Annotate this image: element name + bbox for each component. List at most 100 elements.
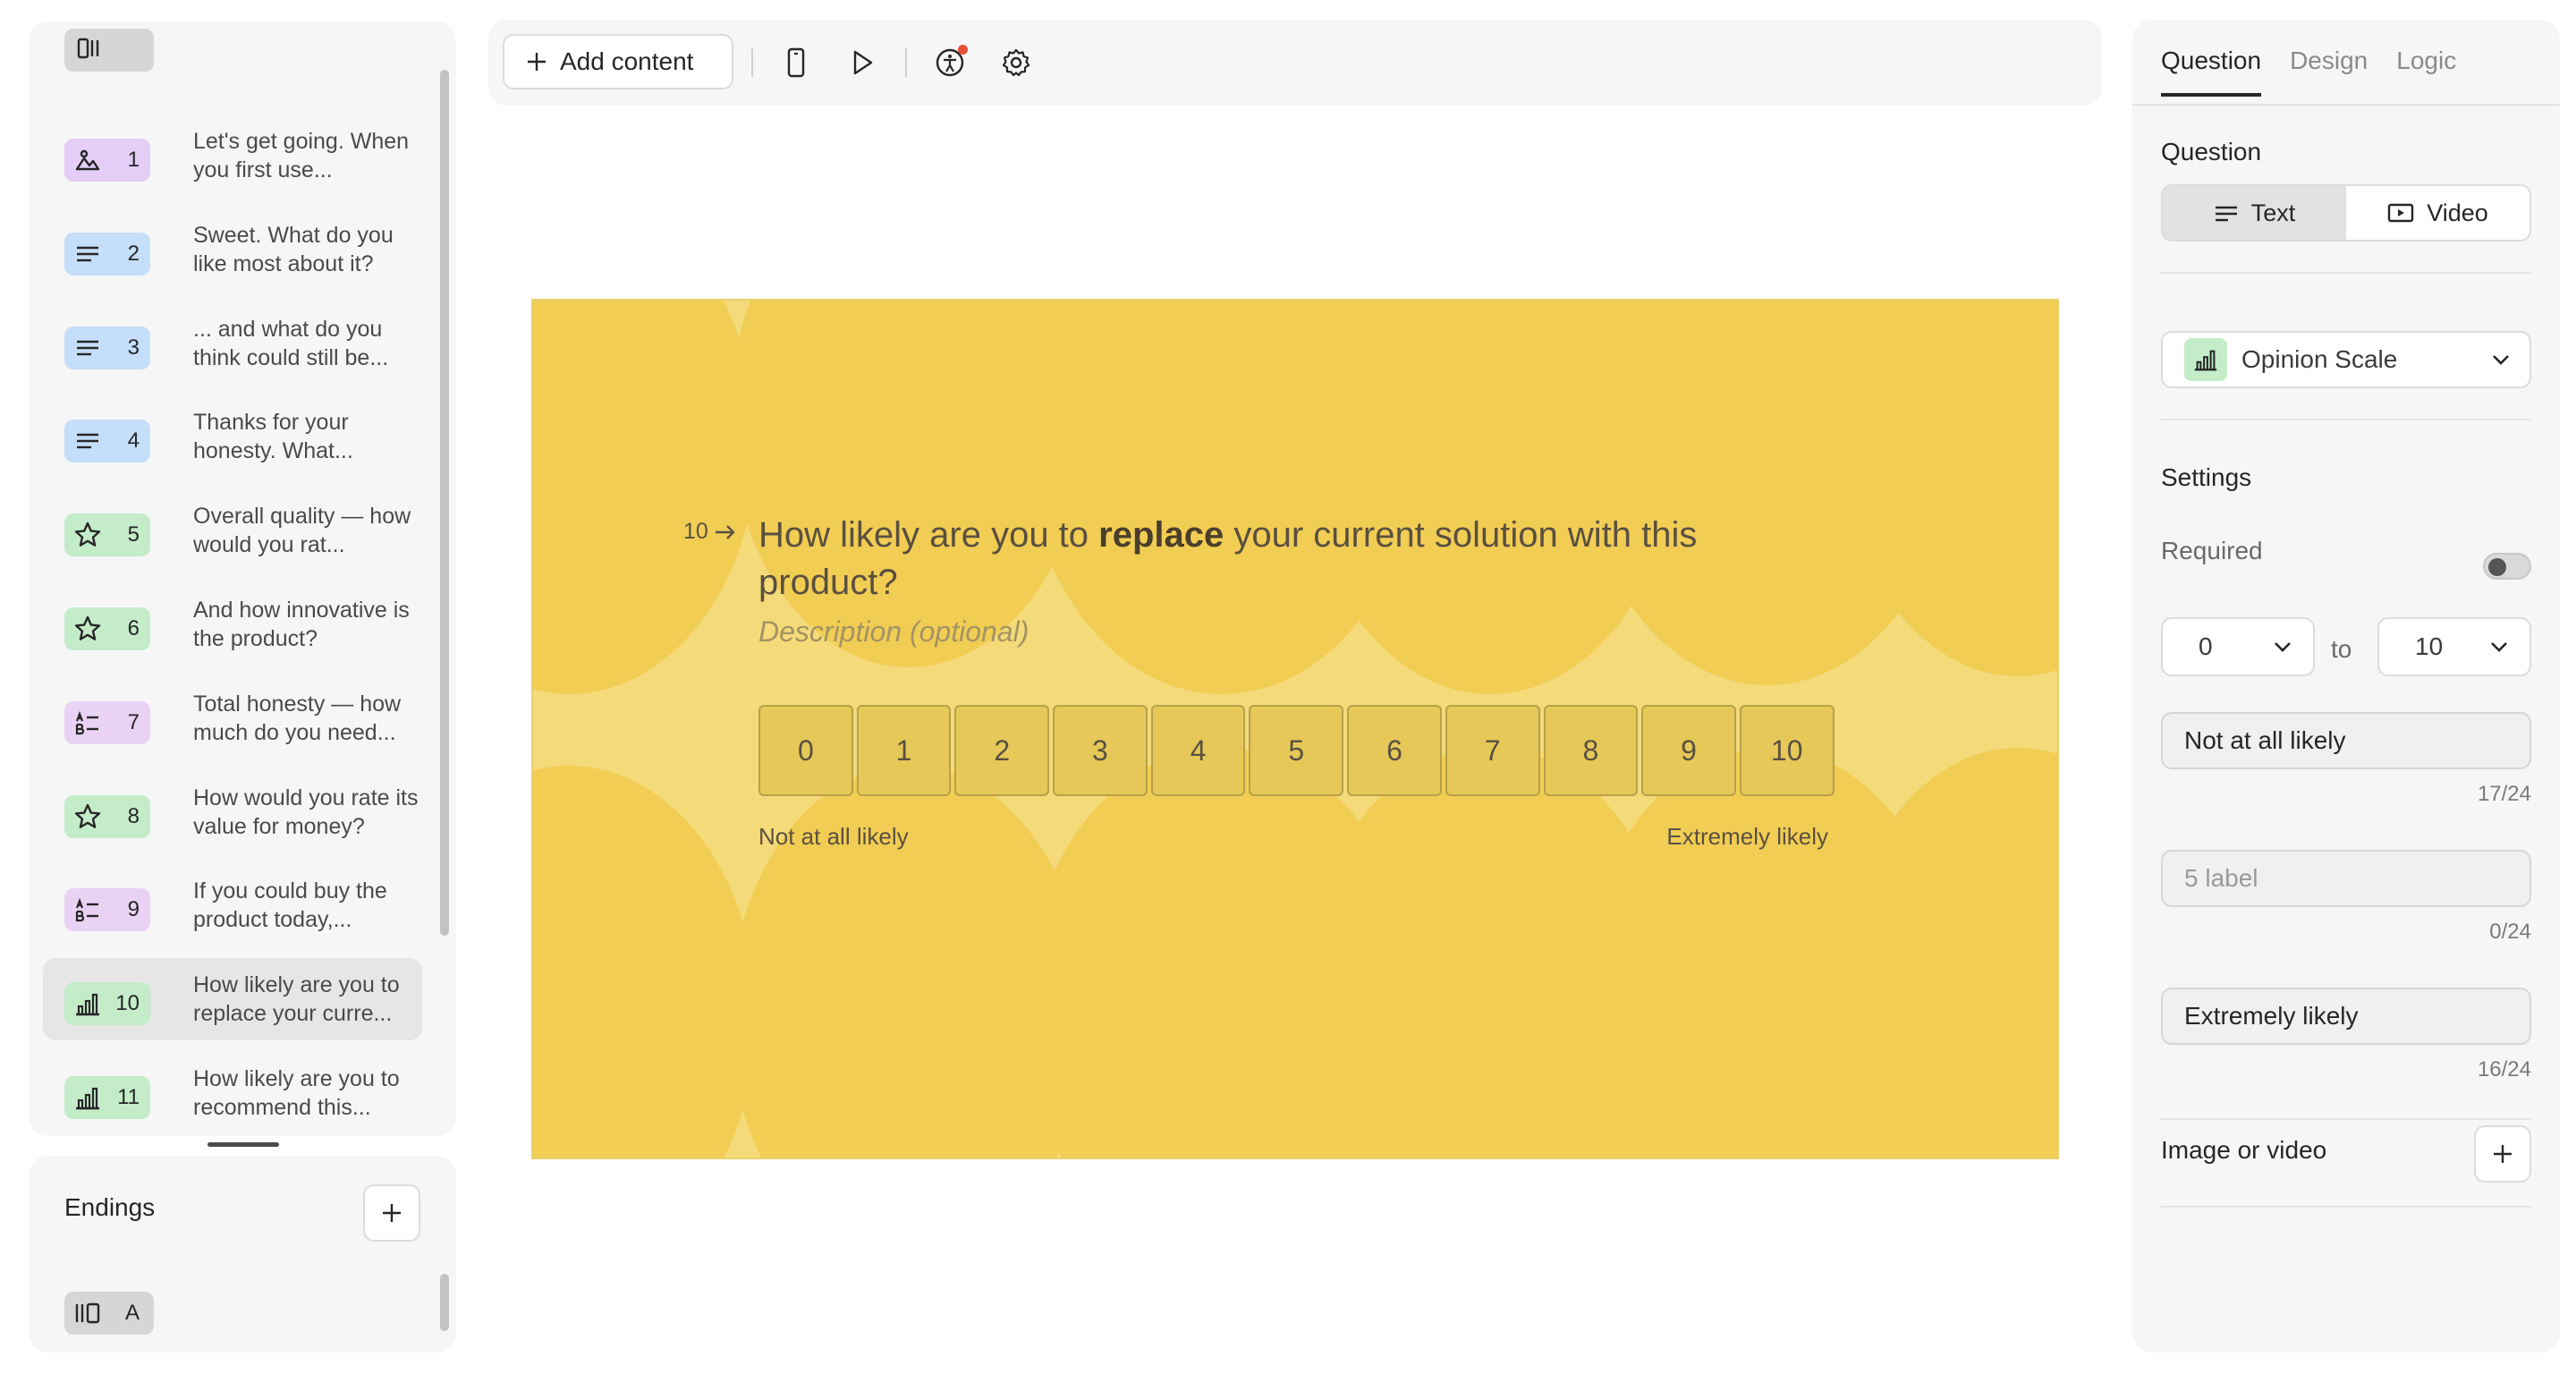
video-icon xyxy=(2388,203,2414,223)
section-divider xyxy=(2161,1118,2531,1120)
question-text: Sweet. What do you like most about it? xyxy=(193,222,394,276)
question-text: Thanks for your honesty. What... xyxy=(193,410,353,464)
right-label-input[interactable]: Extremely likely xyxy=(2161,988,2531,1045)
preview-button[interactable] xyxy=(844,45,880,81)
question-badge: 8 xyxy=(64,794,150,838)
settings-button[interactable] xyxy=(998,45,1034,81)
add-ending-button[interactable] xyxy=(363,1184,420,1242)
scale-option[interactable]: 7 xyxy=(1445,705,1540,796)
tab-question[interactable]: Question xyxy=(2161,47,2262,97)
question-item[interactable]: 4 Thanks for your honesty. What... xyxy=(43,395,422,478)
question-badge: 7 xyxy=(64,700,150,744)
properties-panel: Question Design Logic Question Text Vide… xyxy=(2132,20,2560,1353)
editor-toolbar: Add content xyxy=(488,20,2102,106)
question-text: How likely are you to replace your curre… xyxy=(193,972,400,1027)
question-list: 1 Let's get going. When you first use...… xyxy=(43,114,422,1136)
question-badge: 6 xyxy=(64,606,150,650)
star-icon xyxy=(74,615,101,640)
question-list-panel: 1 Let's get going. When you first use...… xyxy=(29,21,456,1136)
text-option-label: Text xyxy=(2250,199,2296,226)
range-from-select[interactable]: 0 xyxy=(2161,617,2315,676)
star-icon xyxy=(74,803,101,828)
ending-icon xyxy=(75,1302,100,1324)
question-item[interactable]: 5 Overall quality — how would you rat... xyxy=(43,489,422,572)
question-text: ... and what do you think could still be… xyxy=(193,316,389,370)
accessibility-button[interactable] xyxy=(932,45,968,81)
scale-option[interactable]: 1 xyxy=(856,705,952,796)
question-number: 3 xyxy=(127,335,140,360)
scale-option[interactable]: 10 xyxy=(1739,705,1835,796)
question-item-active[interactable]: 10 How likely are you to replace your cu… xyxy=(43,958,422,1041)
scale-option[interactable]: 2 xyxy=(954,705,1050,796)
required-label: Required xyxy=(2161,537,2263,564)
scale-option[interactable]: 3 xyxy=(1053,705,1148,796)
question-number: 6 xyxy=(127,615,140,640)
opinion-scale: 0 1 2 3 4 5 6 7 8 9 10 xyxy=(758,705,1835,796)
question-item[interactable]: 3 ... and what do you think could still … xyxy=(43,302,422,385)
add-content-label: Add content xyxy=(560,47,694,75)
scale-option[interactable]: 4 xyxy=(1150,705,1246,796)
question-item[interactable]: 8 How would you rate its value for money… xyxy=(43,771,422,853)
question-number: 8 xyxy=(127,803,140,828)
tab-design[interactable]: Design xyxy=(2290,47,2368,97)
video-option[interactable]: Video xyxy=(2346,186,2529,240)
scale-label-left: Not at all likely xyxy=(758,823,909,850)
plus-icon xyxy=(528,53,546,71)
question-item[interactable]: 6 And how innovative is the product? xyxy=(43,583,422,666)
panel-resize-handle[interactable] xyxy=(208,1142,279,1147)
question-number: 11 xyxy=(117,1084,140,1109)
question-item[interactable]: 9 If you could buy the product today,... xyxy=(43,864,422,946)
scale-option[interactable]: 9 xyxy=(1641,705,1736,796)
question-item[interactable]: 11 How likely are you to recommend this.… xyxy=(43,1052,422,1134)
question-badge: 3 xyxy=(64,326,150,369)
question-badge: 5 xyxy=(64,513,150,557)
star-icon xyxy=(74,522,101,547)
question-badge: 9 xyxy=(64,888,150,932)
question-text: How likely are you to recommend this... xyxy=(193,1065,400,1120)
section-divider xyxy=(2161,272,2531,274)
left-label-input[interactable]: Not at all likely xyxy=(2161,712,2531,769)
required-toggle[interactable] xyxy=(2483,553,2531,580)
question-item[interactable]: 1 Let's get going. When you first use... xyxy=(43,114,422,197)
play-icon xyxy=(853,50,873,75)
endings-scrollbar[interactable] xyxy=(440,1274,449,1331)
question-item[interactable]: 7 Total honesty — how much do you need..… xyxy=(43,677,422,759)
text-lines-icon xyxy=(77,340,98,355)
question-title[interactable]: How likely are you to replace your curre… xyxy=(758,512,1778,606)
toolbar-divider xyxy=(751,48,753,77)
text-option[interactable]: Text xyxy=(2163,186,2346,240)
range-to-select[interactable]: 10 xyxy=(2377,617,2531,676)
add-content-button[interactable]: Add content xyxy=(503,34,733,89)
question-list-scrollbar[interactable] xyxy=(440,70,449,936)
middle-label-input[interactable]: 5 label xyxy=(2161,850,2531,907)
question-media-toggle: Text Video xyxy=(2161,184,2531,242)
chevron-down-icon xyxy=(2491,642,2507,652)
tabs-divider xyxy=(2132,104,2560,106)
add-media-button[interactable] xyxy=(2474,1125,2531,1183)
question-text: If you could buy the product today,... xyxy=(193,878,387,933)
question-text: Overall quality — how would you rat... xyxy=(193,504,411,558)
question-type-dropdown[interactable]: Opinion Scale xyxy=(2161,331,2531,388)
endings-title: Endings xyxy=(64,1193,156,1221)
ending-item[interactable]: A xyxy=(64,1292,154,1335)
middle-label-counter: 0/24 xyxy=(2489,920,2531,944)
question-number: 1 xyxy=(127,148,140,172)
question-section-title: Question xyxy=(2161,138,2262,165)
scale-option[interactable]: 8 xyxy=(1543,705,1639,796)
question-badge: 4 xyxy=(64,420,150,463)
ending-letter: A xyxy=(124,1301,140,1325)
image-or-video-label: Image or video xyxy=(2161,1136,2327,1164)
scale-option[interactable]: 0 xyxy=(758,705,853,796)
scale-option[interactable]: 5 xyxy=(1249,705,1344,796)
question-item[interactable]: 2 Sweet. What do you like most about it? xyxy=(43,208,422,291)
question-description[interactable]: Description (optional) xyxy=(758,615,1029,649)
tab-logic[interactable]: Logic xyxy=(2396,47,2456,97)
range-from-value: 0 xyxy=(2199,632,2213,660)
question-number-indicator: 10 xyxy=(683,519,737,545)
mobile-preview-button[interactable] xyxy=(778,45,814,81)
scale-option[interactable]: 6 xyxy=(1347,705,1442,796)
question-number: 4 xyxy=(127,428,140,454)
collapse-panel-button[interactable] xyxy=(64,29,154,72)
question-badge: 2 xyxy=(64,232,150,276)
chevron-down-icon xyxy=(2275,642,2291,652)
